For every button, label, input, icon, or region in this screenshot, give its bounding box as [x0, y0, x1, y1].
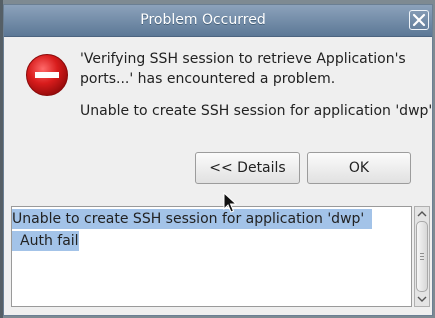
scroll-thumb[interactable]: [416, 221, 428, 292]
error-reason: Unable to create SSH session for applica…: [80, 103, 433, 119]
close-icon: [412, 13, 426, 27]
details-scrollbar[interactable]: [414, 206, 430, 307]
message-line-2: ports...' has encountered a problem.: [80, 71, 336, 87]
message-line-1: 'Verifying SSH session to retrieve Appli…: [80, 51, 406, 67]
details-line-2: Auth fail: [12, 231, 79, 251]
problem-dialog: Problem Occurred 'Verifying SSH session …: [3, 4, 433, 316]
details-button[interactable]: << Details: [195, 152, 300, 184]
mouse-cursor-icon: [223, 192, 237, 213]
close-button[interactable]: [409, 10, 429, 30]
dialog-titlebar[interactable]: Problem Occurred: [4, 5, 432, 37]
dialog-title: Problem Occurred: [140, 12, 266, 28]
scroll-down-icon[interactable]: [417, 294, 427, 304]
ok-button[interactable]: OK: [307, 152, 411, 184]
details-line-1: Unable to create SSH session for applica…: [12, 209, 373, 229]
error-icon: [26, 54, 68, 96]
scroll-up-icon[interactable]: [417, 209, 427, 219]
details-text-area[interactable]: Unable to create SSH session for applica…: [11, 206, 412, 307]
